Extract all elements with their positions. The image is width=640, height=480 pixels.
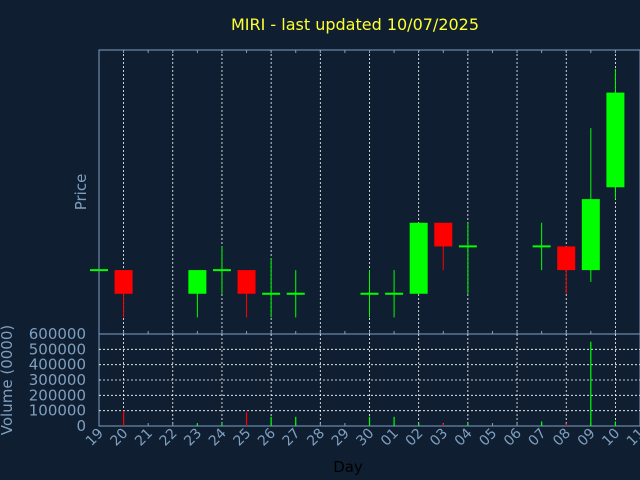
- candle-body: [409, 222, 428, 294]
- candle-body: [114, 270, 133, 294]
- volume-tick-label: 500000: [29, 340, 86, 358]
- candle-body: [188, 270, 207, 294]
- candle: [409, 222, 428, 294]
- candle-body: [606, 92, 625, 188]
- volume-tick-label: 200000: [29, 386, 86, 404]
- chart-title: MIRI - last updated 10/07/2025: [231, 15, 479, 34]
- volume-tick-label: 400000: [29, 356, 86, 374]
- volume-tick-label: 300000: [29, 371, 86, 389]
- candlestick-chart: MIRI - last updated 10/07/2025 010000020…: [0, 0, 640, 480]
- candle-body: [557, 246, 576, 271]
- candle-body: [237, 270, 256, 294]
- volume-tick-label: 0: [76, 417, 86, 435]
- x-axis-label: Day: [333, 458, 363, 476]
- volume-tick-label: 100000: [29, 402, 86, 420]
- candle-body: [581, 199, 600, 271]
- price-axis-label: Price: [72, 174, 90, 211]
- candle-body: [434, 222, 453, 247]
- volume-tick-label: 600000: [29, 325, 86, 343]
- volume-axis-label: Volume (0000): [0, 325, 16, 435]
